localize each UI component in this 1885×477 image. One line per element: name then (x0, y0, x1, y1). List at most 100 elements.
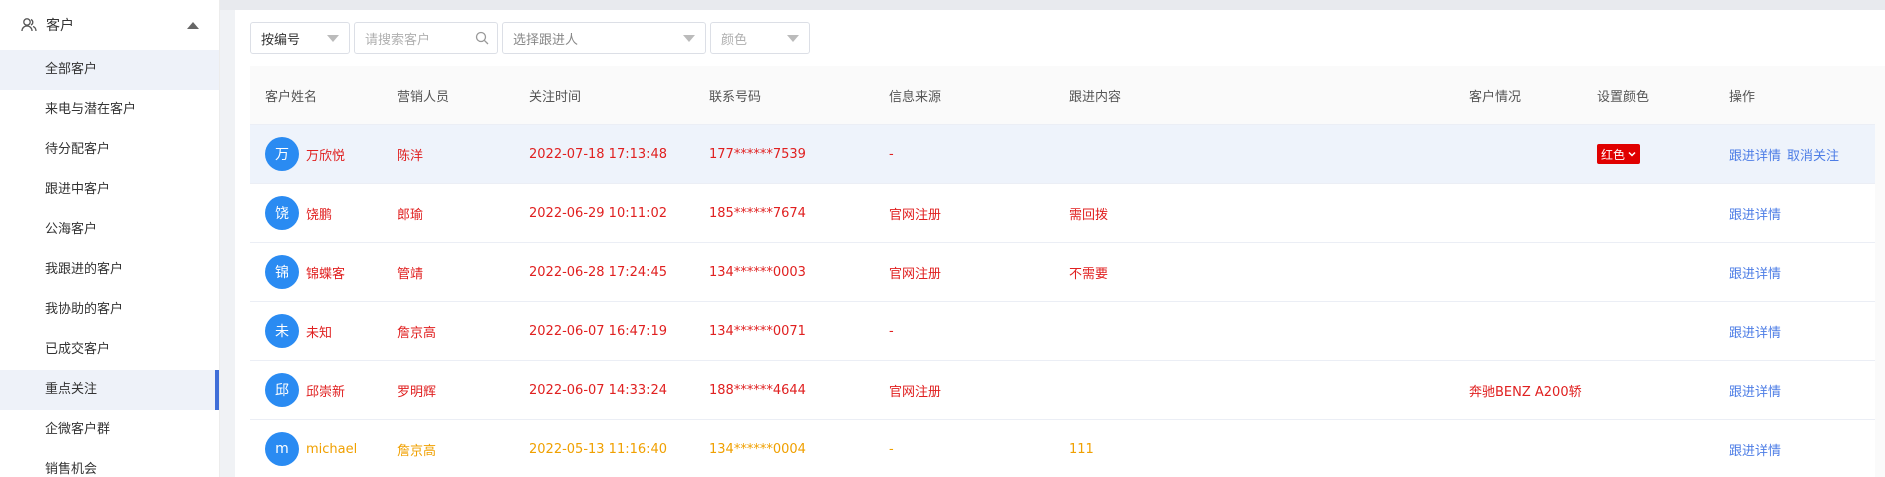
table-row[interactable]: 邱 邱崇新 罗明辉 2022-06-07 14:33:24 188******4… (250, 361, 1885, 420)
chevron-down-icon (1628, 151, 1636, 157)
follow-detail-link[interactable]: 跟进详情 (1729, 267, 1781, 282)
main-panel: 按编号 请搜索客户 选择跟进人 颜色 客户姓名 营销人员 关注时间 联系号码 信… (235, 10, 1885, 477)
sidebar-item-my-assisting[interactable]: 我协助的客户 (0, 290, 219, 330)
ops-cell: 跟进详情 取消关注 (1714, 145, 1874, 164)
customer-name-cell: 饶 饶鹏 (250, 196, 382, 230)
color-dropdown[interactable]: 红色 (1597, 144, 1641, 164)
sort-select[interactable]: 按编号 (250, 22, 350, 54)
sidebar-group-label: 客户 (46, 18, 74, 34)
sidebar-item-public-pool[interactable]: 公海客户 (0, 210, 219, 250)
customer-name[interactable]: 饶鹏 (306, 204, 332, 223)
avatar: 未 (265, 314, 299, 348)
customer-name-cell: 锦 锦蝶客 (250, 255, 382, 289)
customer-name[interactable]: 锦蝶客 (306, 263, 345, 282)
search-icon[interactable] (475, 31, 489, 45)
follow-detail-link[interactable]: 跟进详情 (1729, 326, 1781, 341)
info-source: 官网注册 (889, 266, 942, 282)
ops-cell: 跟进详情 (1714, 440, 1874, 459)
sidebar-item-my-following[interactable]: 我跟进的客户 (0, 250, 219, 290)
customer-name[interactable]: 未知 (306, 322, 332, 341)
phone-number: 188******4644 (709, 382, 806, 398)
color-placeholder: 颜色 (721, 32, 748, 48)
phone-number: 134******0071 (709, 323, 806, 339)
follow-detail-link[interactable]: 跟进详情 (1729, 444, 1781, 459)
avatar: 饶 (265, 196, 299, 230)
customer-name-cell: 万 万欣悦 (250, 137, 382, 171)
customer-name[interactable]: 万欣悦 (306, 145, 345, 164)
follower-placeholder: 选择跟进人 (513, 32, 579, 48)
color-tag-label: 红色 (1601, 147, 1626, 162)
sidebar-item-pending-assign[interactable]: 待分配客户 (0, 130, 219, 170)
color-cell: 红色 (1582, 144, 1714, 164)
info-source: - (889, 146, 894, 162)
follow-detail-link[interactable]: 跟进详情 (1729, 208, 1781, 223)
phone-number: 177******7539 (709, 146, 806, 162)
sidebar-item-following[interactable]: 跟进中客户 (0, 170, 219, 210)
follow-detail-link[interactable]: 跟进详情 (1729, 385, 1781, 400)
header-color: 设置颜色 (1597, 89, 1650, 105)
app-root: 客户 全部客户 来电与潜在客户 待分配客户 跟进中客户 公海客户 我跟进的客户 … (0, 0, 1885, 477)
color-select[interactable]: 颜色 (710, 22, 810, 54)
sales-person: 詹京高 (397, 325, 437, 341)
table-row[interactable]: m michael 詹京高 2022-05-13 11:16:40 134***… (250, 420, 1885, 477)
follower-select[interactable]: 选择跟进人 (502, 22, 706, 54)
sidebar-group-customers[interactable]: 客户 (0, 0, 219, 50)
phone-number: 134******0004 (709, 441, 806, 457)
avatar: 锦 (265, 255, 299, 289)
sidebar-item-wecom-groups[interactable]: 企微客户群 (0, 410, 219, 450)
sales-person: 陈洋 (397, 148, 424, 164)
sidebar-item-all-customers[interactable]: 全部客户 (0, 50, 219, 90)
focus-time: 2022-05-13 11:16:40 (529, 441, 668, 457)
table-header: 客户姓名 营销人员 关注时间 联系号码 信息来源 跟进内容 客户情况 设置颜色 … (250, 66, 1878, 125)
chevron-down-icon (787, 35, 799, 42)
sales-person: 詹京高 (397, 443, 437, 459)
focus-time: 2022-06-28 17:24:45 (529, 264, 668, 280)
sales-person: 郎瑜 (397, 207, 424, 223)
top-divider (220, 0, 1885, 10)
sidebar-item-closed-deals[interactable]: 已成交客户 (0, 330, 219, 370)
unfollow-link[interactable]: 取消关注 (1787, 149, 1839, 164)
info-source: 官网注册 (889, 207, 942, 223)
chevron-down-icon (327, 35, 339, 42)
info-source: - (889, 323, 894, 339)
customer-name-cell: m michael (250, 432, 382, 466)
header-time: 关注时间 (529, 89, 582, 105)
caret-up-icon[interactable] (187, 21, 199, 29)
vertical-scrollbar[interactable] (1875, 66, 1885, 477)
phone-number: 185******7674 (709, 205, 806, 221)
focus-time: 2022-07-18 17:13:48 (529, 146, 668, 162)
sidebar-item-incoming-potential[interactable]: 来电与潜在客户 (0, 90, 219, 130)
header-status: 客户情况 (1469, 89, 1522, 105)
search-placeholder: 请搜索客户 (365, 32, 431, 48)
customer-search-input[interactable]: 请搜索客户 (354, 22, 498, 54)
info-source: 官网注册 (889, 384, 942, 400)
follow-content: 需回拨 (1069, 207, 1109, 223)
table-row[interactable]: 锦 锦蝶客 管靖 2022-06-28 17:24:45 134******00… (250, 243, 1885, 302)
table-row[interactable]: 万 万欣悦 陈洋 2022-07-18 17:13:48 177******75… (250, 125, 1885, 184)
avatar: m (265, 432, 299, 466)
sidebar-item-key-focus[interactable]: 重点关注 (0, 370, 219, 410)
header-ops: 操作 (1729, 89, 1756, 105)
customer-name-cell: 未 未知 (250, 314, 382, 348)
follow-content: 111 (1069, 441, 1094, 457)
sidebar-item-sales-opportunity[interactable]: 销售机会 (0, 450, 219, 477)
sort-select-value: 按编号 (261, 32, 301, 48)
ops-cell: 跟进详情 (1714, 381, 1874, 400)
follow-detail-link[interactable]: 跟进详情 (1729, 149, 1781, 164)
follow-content: 不需要 (1069, 266, 1109, 282)
ops-cell: 跟进详情 (1714, 263, 1874, 282)
table-row[interactable]: 饶 饶鹏 郎瑜 2022-06-29 10:11:02 185******767… (250, 184, 1885, 243)
customer-name-cell: 邱 邱崇新 (250, 373, 382, 407)
filter-bar: 按编号 请搜索客户 选择跟进人 颜色 (235, 10, 1885, 66)
header-source: 信息来源 (889, 89, 942, 105)
info-source: - (889, 441, 894, 457)
customer-name[interactable]: michael (306, 442, 357, 457)
header-content: 跟进内容 (1069, 89, 1122, 105)
ops-cell: 跟进详情 (1714, 322, 1874, 341)
table-row[interactable]: 未 未知 詹京高 2022-06-07 16:47:19 134******00… (250, 302, 1885, 361)
sales-person: 管靖 (397, 266, 424, 282)
customer-name[interactable]: 邱崇新 (306, 381, 345, 400)
customer-status: 奔驰BENZ A200轿 (1469, 384, 1582, 400)
focus-time: 2022-06-07 16:47:19 (529, 323, 668, 339)
customer-icon (20, 16, 38, 34)
